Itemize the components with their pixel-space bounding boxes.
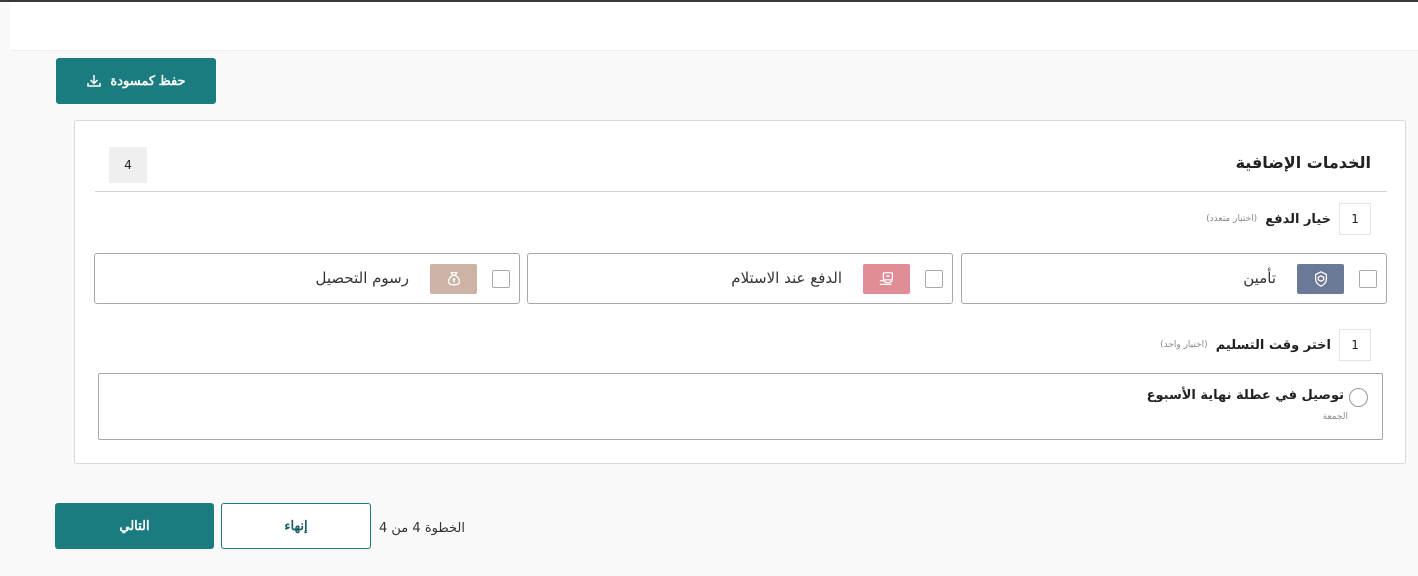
collection-fees-label: رسوم التحصيل [315,269,409,287]
delivery-section-title: اختر وقت التسليم [1215,337,1331,353]
cash-on-delivery-checkbox[interactable] [925,270,943,288]
weekend-delivery-subtitle: الجمعة [1322,412,1348,422]
card-divider [95,191,1387,192]
cash-on-delivery-label: الدفع عند الاستلام [731,269,842,287]
top-bar [10,2,1418,51]
download-icon [87,75,102,87]
weekend-delivery-radio[interactable] [1349,388,1368,407]
cash-on-delivery-icon [863,264,910,294]
delivery-section-header: 1 اختر وقت التسليم (اختيار واحد) [1160,329,1371,361]
weekend-delivery-title: توصيل في عطلة نهاية الأسبوع [1146,388,1344,403]
save-draft-label: حفظ كمسودة [110,73,186,88]
delivery-section-hint: (اختيار واحد) [1160,340,1208,350]
payment-section-title: خيار الدفع [1265,211,1331,227]
option-cash-on-delivery[interactable]: الدفع عند الاستلام [527,253,953,304]
additional-services-card: الخدمات الإضافية 4 1 خيار الدفع (اختيار … [74,120,1406,464]
insurance-checkbox[interactable] [1359,270,1377,288]
payment-section-number: 1 [1339,203,1371,235]
save-draft-button[interactable]: حفظ كمسودة [56,58,216,104]
payment-section-hint: (اختيار متعدد) [1206,214,1258,224]
services-count-badge: 4 [109,147,147,183]
money-bag-icon [430,264,477,294]
weekend-delivery-option[interactable]: توصيل في عطلة نهاية الأسبوع الجمعة [98,373,1383,440]
option-insurance[interactable]: تأمين [961,253,1387,304]
insurance-label: تأمين [1243,269,1276,287]
payment-section-header: 1 خيار الدفع (اختيار متعدد) [1206,203,1371,235]
finish-button[interactable]: إنهاء [221,503,371,549]
option-collection-fees[interactable]: رسوم التحصيل [94,253,520,304]
card-title: الخدمات الإضافية [1235,153,1371,172]
collection-fees-checkbox[interactable] [492,270,510,288]
step-indicator: الخطوة 4 من 4 [379,521,465,536]
next-button[interactable]: التالي [55,503,214,549]
delivery-section-number: 1 [1339,329,1371,361]
shield-box-icon [1297,264,1344,294]
